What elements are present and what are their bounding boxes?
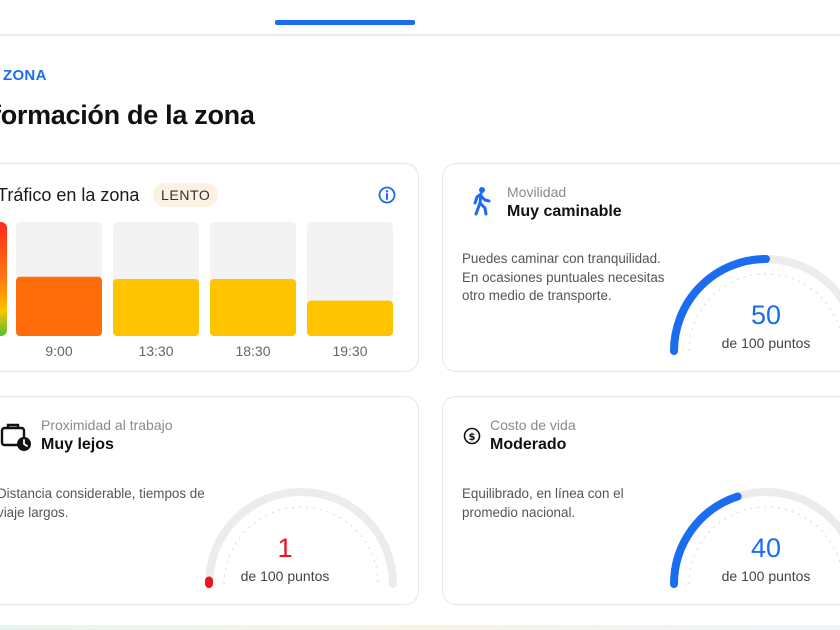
traffic-hour-label: 9:00 [45, 343, 72, 359]
cost-subtitle: Costo de vida [490, 417, 576, 433]
work-score-caption: de 100 puntos [241, 568, 330, 584]
traffic-card: Tráfico en la zona LENTO 9:00 13:30 18:30 1… [0, 163, 419, 372]
work-description: Distancia considerable, tiempos de viaje… [0, 486, 205, 520]
pedestrian-walking-icon [473, 187, 491, 216]
work-gauge: 1 de 100 puntos [205, 488, 397, 588]
cost-score-caption: de 100 puntos [722, 568, 811, 584]
cost-description: Equilibrado, en línea con el promedio na… [462, 486, 624, 520]
mobility-score: 50 [751, 300, 781, 330]
tab-bar [0, 0, 840, 36]
active-tab-indicator [275, 20, 415, 25]
traffic-bar [16, 276, 102, 336]
traffic-chart: 9:00 13:30 18:30 19:30 [16, 222, 393, 359]
traffic-hour-label: 18:30 [235, 343, 270, 359]
dollar-coin-icon: $ [463, 427, 481, 445]
section-kicker: ZONA [3, 67, 47, 84]
mobility-value: Muy caminable [507, 203, 622, 220]
work-value: Muy lejos [41, 436, 114, 453]
bottom-gradient-strip [0, 625, 840, 630]
cost-of-living-card: $ Costo de vida Moderado Equilibrado, en… [442, 396, 840, 605]
section-title: formación de la zona [0, 100, 255, 130]
traffic-bar [210, 279, 296, 336]
traffic-hour-label: 13:30 [138, 343, 173, 359]
traffic-hour-label: 19:30 [332, 343, 367, 359]
work-subtitle: Proximidad al trabajo [41, 417, 173, 433]
mobility-score-caption: de 100 puntos [722, 335, 811, 351]
briefcase-clock-icon [0, 423, 31, 451]
mobility-gauge: 50 de 100 puntos [670, 255, 840, 355]
mobility-card: Movilidad Muy caminable Puedes caminar c… [442, 163, 840, 372]
work-score: 1 [277, 533, 292, 563]
traffic-bar [113, 279, 199, 336]
cost-value: Moderado [490, 436, 567, 453]
mobility-description: Puedes caminar con tranquilidad. En ocas… [462, 251, 665, 303]
mobility-subtitle: Movilidad [507, 184, 567, 200]
cost-score: 40 [751, 533, 781, 563]
work-proximity-card: Proximidad al trabajo Muy lejos Distanci… [0, 396, 419, 605]
cost-gauge: 40 de 100 puntos [670, 488, 840, 588]
traffic-bar [307, 300, 393, 336]
svg-text:$: $ [469, 432, 476, 443]
